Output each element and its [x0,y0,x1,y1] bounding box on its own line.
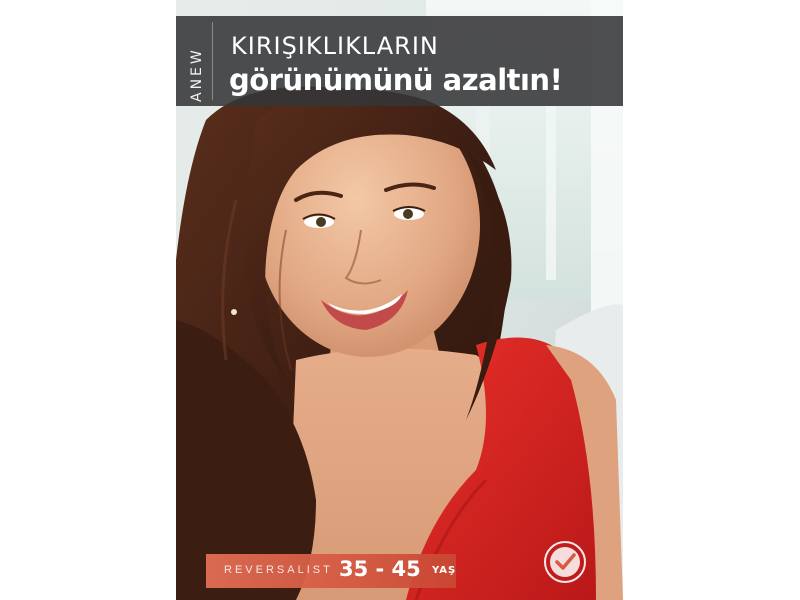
headline-line-1: KIRIŞIKLIKLARIN [231,32,439,60]
brand-logo: ANEW [189,47,205,102]
product-line-name: REVERSALIST [224,564,333,576]
page: ANEW KIRIŞIKLIKLARIN görünümünü azaltın!… [0,0,800,600]
headline-banner: ANEW KIRIŞIKLIKLARIN görünümünü azaltın! [176,16,623,106]
age-range: 35 - 45 [339,557,421,581]
age-unit: YAŞ [432,565,457,576]
ad-banner: ANEW KIRIŞIKLIKLARIN görünümünü azaltın!… [176,0,623,600]
age-badge: REVERSALIST 35 - 45 YAŞ [206,554,456,588]
checkmark-seal-icon [544,541,586,583]
headline-line-2: görünümünü azaltın! [229,63,563,97]
brand-divider [212,22,213,100]
